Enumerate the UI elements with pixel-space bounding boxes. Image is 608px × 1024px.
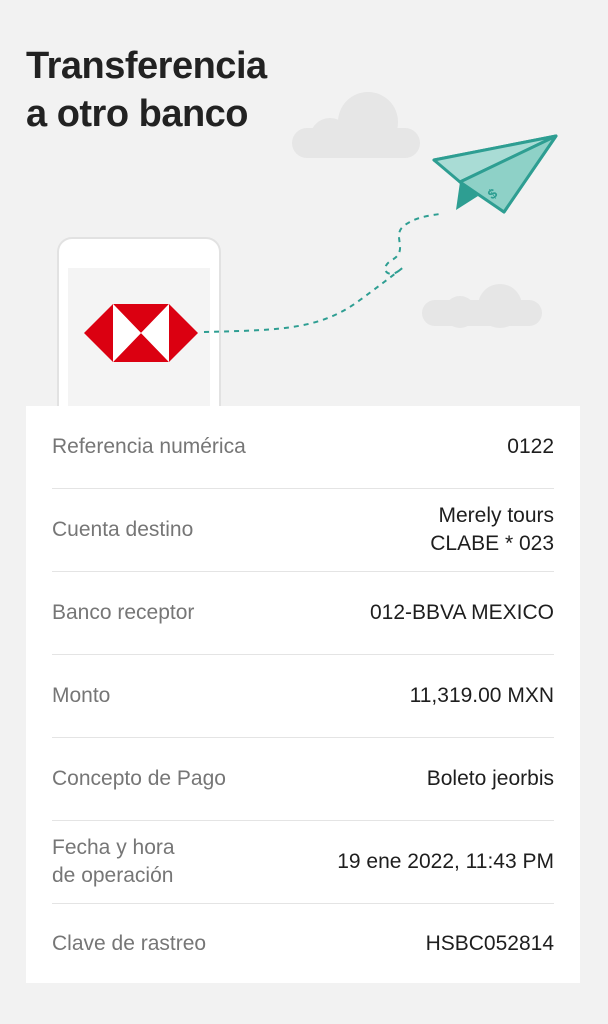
detail-label: Banco receptor [52, 601, 195, 624]
detail-value: 11,319.00 MXN [409, 684, 554, 707]
detail-value: 0122 [507, 435, 554, 458]
detail-value-line1: Merely tours [438, 504, 554, 527]
detail-label: Concepto de Pago [52, 767, 226, 790]
detail-row-banco-receptor: Banco receptor 012-BBVA MEXICO [52, 572, 554, 655]
detail-label: Fecha y hora de operación [52, 834, 175, 890]
detail-label: Monto [52, 684, 111, 707]
detail-value: 19 ene 2022, 11:43 PM [337, 850, 554, 873]
detail-label: Clave de rastreo [52, 931, 207, 955]
detail-row-cuenta-destino: Cuenta destino Merely tours CLABE * 023 [52, 489, 554, 572]
detail-label: Referencia numérica [52, 435, 246, 458]
detail-value-line2: CLABE * 023 [430, 532, 554, 555]
page-title: Transferencia a otro banco [26, 42, 267, 138]
detail-label-line1: Fecha y hora [52, 836, 175, 859]
transfer-details-card: Referencia numérica 0122 Cuenta destino … [26, 406, 580, 983]
cloud-icon [292, 92, 420, 158]
detail-value: Merely tours CLABE * 023 [430, 502, 554, 558]
detail-label: Cuenta destino [52, 518, 194, 541]
page-title-line2: a otro banco [26, 93, 249, 135]
detail-value: 012-BBVA MEXICO [369, 601, 554, 624]
detail-label-line2: de operación [52, 864, 174, 887]
detail-row-concepto: Concepto de Pago Boleto jeorbis [52, 738, 554, 821]
detail-row-fecha: Fecha y hora de operación 19 ene 2022, 1… [52, 821, 554, 904]
detail-row-referencia: Referencia numérica 0122 [52, 406, 554, 489]
cloud-icon [422, 284, 542, 328]
flight-path [203, 213, 441, 333]
detail-value: HSBC052814 [425, 931, 554, 955]
paper-plane-icon: $ [432, 134, 558, 214]
detail-row-clave-rastreo: Clave de rastreo HSBC052814 [52, 904, 554, 983]
page-title-line1: Transferencia [26, 45, 267, 87]
detail-value: Boleto jeorbis [426, 767, 554, 790]
detail-row-monto: Monto 11,319.00 MXN [52, 655, 554, 738]
